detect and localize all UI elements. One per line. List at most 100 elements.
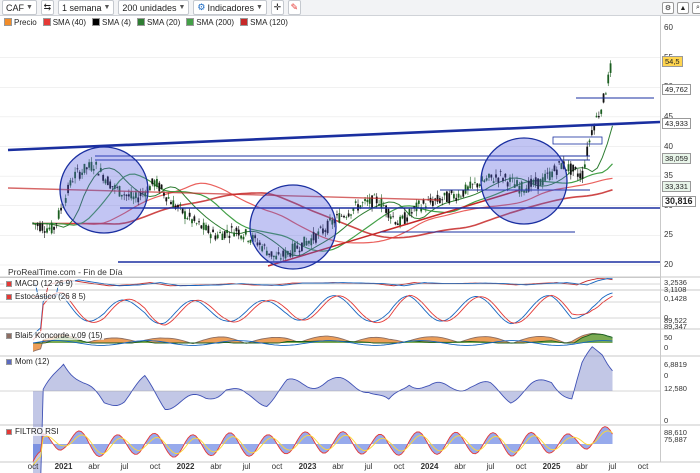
watermark: ProRealTime.com - Fin de Día: [8, 267, 123, 277]
candle-body: [343, 215, 345, 218]
price-badge: 49,762: [662, 83, 691, 95]
koncorde-value: 0: [664, 371, 669, 380]
candle-body: [600, 109, 603, 114]
candle-body: [352, 208, 355, 211]
time-tick: abr: [210, 462, 222, 471]
time-axis[interactable]: oct 2021 abr jul oct 2022 abr jul oct 2023 abr jul o…: [0, 462, 660, 473]
koncorde-swatch: [6, 332, 12, 339]
price-axis[interactable]: 60555045403530252054,549,76243,93338,059…: [660, 16, 700, 462]
time-tick: abr: [576, 462, 588, 471]
rsi-label[interactable]: FILTRO RSI: [4, 427, 61, 436]
time-tick: jul: [120, 462, 129, 471]
candle-body: [170, 201, 172, 205]
candle-body: [193, 216, 196, 221]
candle-body: [198, 221, 200, 223]
candle-body: [221, 233, 224, 241]
macd-title: MACD (12 26 9): [15, 279, 73, 288]
mom-label[interactable]: Mom (12): [4, 357, 52, 366]
stoch-swatch: [6, 293, 12, 300]
candle-body: [443, 192, 446, 196]
candle-body: [389, 216, 392, 219]
macd-label[interactable]: MACD (12 26 9): [4, 279, 75, 288]
candle-body: [240, 235, 243, 239]
rsi-swatch: [6, 428, 12, 435]
candle-body: [214, 235, 217, 240]
candle-body: [195, 223, 198, 224]
candle-body: [336, 214, 338, 216]
candle-body: [34, 224, 37, 225]
candle-body: [569, 163, 572, 175]
candle-body: [382, 205, 385, 207]
stoch-d: [32, 292, 613, 341]
candle-body: [163, 192, 165, 196]
candle-body: [36, 223, 39, 227]
macd-value: 3,1108: [664, 285, 687, 294]
stoch-value: 50: [664, 333, 673, 342]
price-tick: 40: [664, 141, 673, 151]
price-badge: 30,816: [662, 195, 696, 207]
candle-body: [476, 183, 479, 188]
circle-2021-top: [59, 146, 149, 234]
candle-body: [160, 184, 163, 189]
candle-body: [184, 211, 186, 219]
zone-box: [552, 136, 603, 145]
candle-body: [460, 196, 462, 198]
candle-body: [588, 140, 591, 143]
stoch-value: 0: [664, 343, 669, 352]
candle-body: [453, 194, 455, 199]
candle-body: [387, 208, 390, 218]
candle-body: [226, 229, 228, 234]
candle-body: [406, 217, 409, 222]
candle-body: [43, 231, 46, 233]
candle-body: [219, 232, 221, 234]
candle-body: [181, 208, 184, 214]
candle-body: [53, 226, 55, 230]
koncorde-label[interactable]: Blai5 Koncorde v.09 (15): [4, 331, 105, 340]
candle-body: [469, 181, 472, 189]
rsi-red-area: [33, 426, 613, 462]
time-tick: 2023: [298, 462, 317, 471]
price-badge: 54,5: [662, 55, 683, 67]
trendline-upper: [7, 120, 661, 152]
candle-body: [345, 217, 348, 218]
macd-value: 0,1428: [664, 294, 687, 303]
price-badge: 38,059: [662, 153, 691, 164]
pane-separator: [0, 277, 660, 278]
macd-line: [33, 278, 613, 298]
time-tick: 2021: [54, 462, 73, 471]
candle-body: [361, 202, 364, 204]
candle-body: [436, 194, 439, 202]
candle-body: [380, 198, 383, 208]
mom-value: 0: [664, 416, 669, 425]
rsi-title: FILTRO RSI: [15, 427, 59, 436]
candle-body: [200, 225, 203, 229]
candle-body: [158, 182, 161, 192]
candle-body: [172, 200, 175, 209]
candle-body: [237, 229, 240, 236]
candle-body: [609, 63, 612, 73]
candle-body: [32, 222, 34, 224]
candle-body: [212, 229, 214, 233]
chart-canvas: [0, 57, 700, 473]
candle-body: [572, 164, 575, 172]
candle-body: [338, 213, 341, 223]
time-tick: jul: [486, 462, 495, 471]
price-badge: 33,331: [662, 181, 691, 192]
candle-body: [373, 194, 376, 196]
candle-body: [354, 201, 357, 203]
candle-body: [205, 224, 207, 231]
candle-body: [50, 222, 53, 234]
candle-body: [385, 205, 387, 213]
candle-body: [583, 164, 586, 168]
time-tick: oct: [515, 462, 527, 471]
candle-body: [474, 182, 476, 183]
candle-body: [462, 190, 465, 197]
price-tick: 35: [664, 171, 673, 181]
stoch-label[interactable]: Estocástico (26 8 5): [4, 292, 88, 301]
candle-body: [153, 180, 156, 187]
candle-body: [457, 193, 460, 198]
candle-body: [445, 191, 448, 202]
candle-body: [450, 190, 453, 194]
candle-body: [347, 213, 350, 217]
candle-body: [403, 212, 406, 224]
